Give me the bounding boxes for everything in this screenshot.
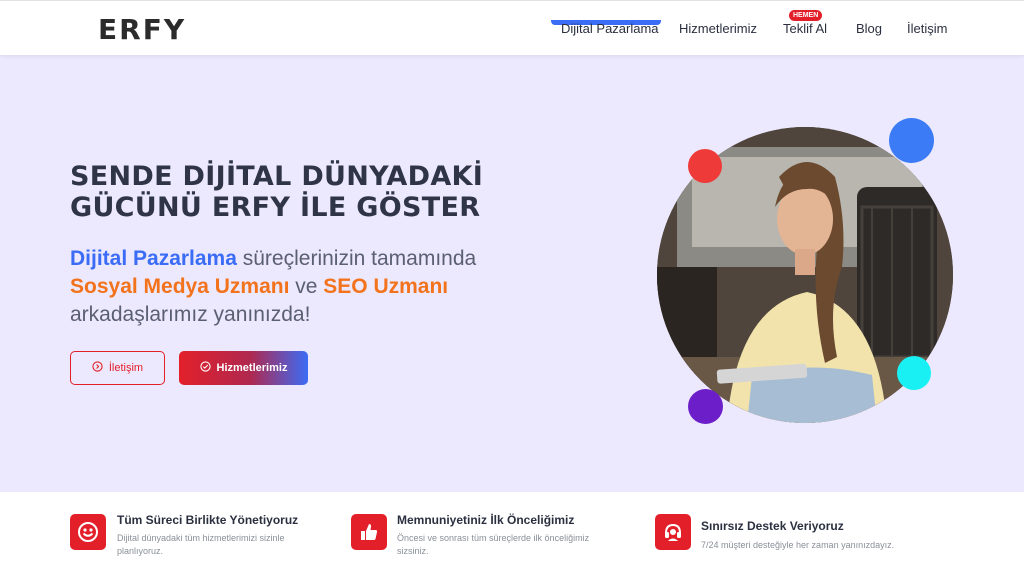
smile-icon <box>70 514 106 550</box>
site-header: ERFY Dijital Pazarlama Hizmetlerimiz Tek… <box>0 0 1024 55</box>
feature-title-3: Sınırsız Destek Veriyoruz <box>701 519 844 533</box>
services-button[interactable]: Hizmetlerimiz <box>179 351 308 385</box>
feature-title-2: Memnuniyetiniz İlk Önceliğimiz <box>397 513 575 527</box>
nav-item-hizmetlerimiz[interactable]: Hizmetlerimiz <box>679 21 757 36</box>
hero-title: SENDE DİJİTAL DÜNYADAKİ GÜCÜNÜ ERFY İLE … <box>70 161 540 223</box>
arrow-circle-icon <box>92 361 103 375</box>
highlight-seo: SEO Uzmanı <box>323 275 449 298</box>
hero-subtitle: Dijital Pazarlama süreçlerinizin tamamın… <box>70 245 550 329</box>
check-circle-icon <box>199 361 211 375</box>
highlight-sosyal-medya: Sosyal Medya Uzmanı <box>70 275 290 298</box>
main-nav: Dijital Pazarlama Hizmetlerimiz Teklif A… <box>0 20 1024 41</box>
nav-item-dijital-pazarlama[interactable]: Dijital Pazarlama <box>561 21 659 36</box>
nav-item-blog[interactable]: Blog <box>856 21 882 36</box>
hero-sub-text2: ve <box>289 275 324 298</box>
hero-title-line1: SENDE DİJİTAL DÜNYADAKİ <box>70 161 484 192</box>
services-button-label: Hizmetlerimiz <box>216 362 288 374</box>
blue-decor-dot <box>889 118 934 163</box>
nav-item-teklif-al[interactable]: Teklif Al <box>783 21 827 36</box>
hemen-badge: HEMEN <box>789 10 823 21</box>
nav-item-iletisim[interactable]: İletişim <box>907 21 947 36</box>
hero-title-line2: GÜCÜNÜ ERFY İLE GÖSTER <box>70 192 481 223</box>
purple-decor-dot <box>688 389 723 424</box>
hero-sub-text1: süreçlerinizin tamamında <box>236 247 477 270</box>
contact-button-label: İletişim <box>108 362 144 374</box>
hero-sub-text3: arkadaşlarımız yanınızda! <box>70 303 311 326</box>
feature-desc-2: Öncesi ve sonrası tüm süreçlerde ilk önc… <box>397 533 590 556</box>
support-headset-icon <box>655 514 691 550</box>
features-section: Tüm Süreci Birlikte Yönetiyoruz Dijital … <box>0 492 1024 573</box>
feature-desc-3: 7/24 müşteri desteğiyle her zaman yanını… <box>701 540 895 550</box>
highlight-dijital-pazarlama: Dijital Pazarlama <box>70 247 237 270</box>
contact-button[interactable]: İletişim <box>70 351 165 385</box>
cyan-decor-dot <box>897 356 931 390</box>
red-decor-dot <box>688 149 722 183</box>
feature-title-1: Tüm Süreci Birlikte Yönetiyoruz <box>117 513 299 527</box>
feature-desc-1: Dijital dünyadaki tüm hizmetlerimizi siz… <box>117 533 285 556</box>
thumbs-up-icon <box>351 514 387 550</box>
hero-section: SENDE DİJİTAL DÜNYADAKİ GÜCÜNÜ ERFY İLE … <box>0 55 1024 492</box>
